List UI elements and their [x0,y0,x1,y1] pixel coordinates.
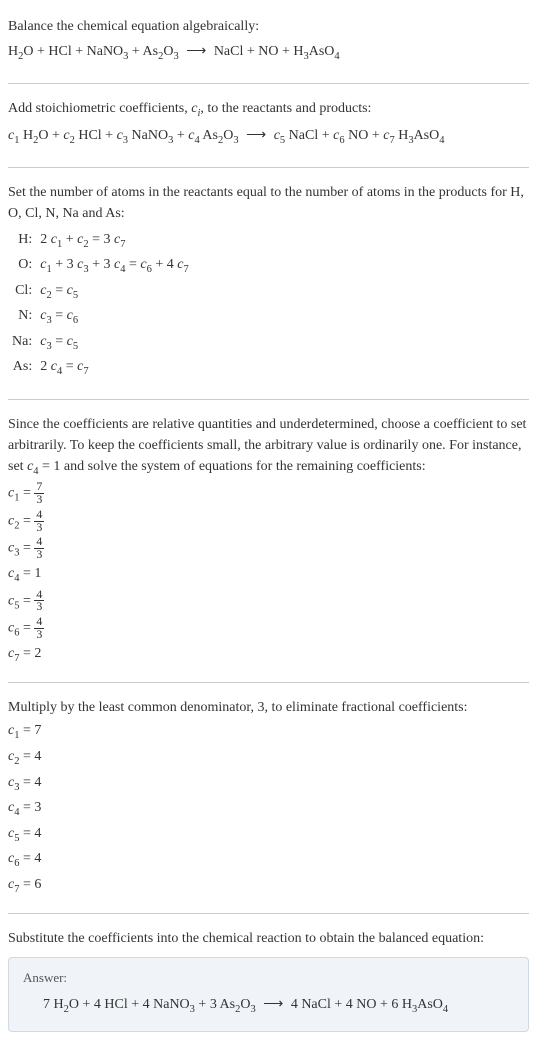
table-row: Na:c3 = c5 [8,330,193,356]
stoich-text-2: , to the reactants and products: [200,101,371,116]
coef-line: c4 = 3 [8,797,529,821]
elem-label: H: [8,228,36,254]
frac-den: 3 [34,522,44,534]
coef-line: c5 = 43 [8,589,529,614]
coef-val: 6 [34,877,41,892]
atoms-text: Set the number of atoms in the reactants… [8,182,529,224]
answer-rhs: 4 NaCl + 4 NO + 6 H3AsO4 [291,997,448,1012]
elem-eq: c3 = c6 [36,304,192,330]
coef-line: c3 = 4 [8,772,529,796]
elem-label: Na: [8,330,36,356]
coef-val: 4 [34,775,41,790]
atoms-section: Set the number of atoms in the reactants… [8,174,529,393]
coef-val: 7 [34,723,41,738]
substitute-text: Substitute the coefficients into the che… [8,928,529,949]
elem-label: Cl: [8,279,36,305]
stoich-text-1: Add stoichiometric coefficients, [8,101,191,116]
eq-lhs: H2O + HCl + NaNO3 + As2O3 [8,44,179,59]
table-row: H:2 c1 + c2 = 3 c7 [8,228,193,254]
elem-label: O: [8,253,36,279]
coef-line: c2 = 4 [8,746,529,770]
elem-label: N: [8,304,36,330]
divider [8,167,529,168]
underdet-section: Since the coefficients are relative quan… [8,406,529,677]
arrow-icon: ⟶ [186,44,206,59]
stoich-text: Add stoichiometric coefficients, ci, to … [8,98,529,122]
coef-line: c3 = 43 [8,536,529,561]
stoich-section: Add stoichiometric coefficients, ci, to … [8,90,529,161]
intro-equation: H2O + HCl + NaNO3 + As2O3 ⟶ NaCl + NO + … [8,41,529,65]
coef-val: 2 [34,646,41,661]
stoich-lhs: c1 H2O + c2 HCl + c3 NaNO3 + c4 As2O3 [8,128,239,143]
eq-rhs: NaCl + NO + H3AsO4 [214,44,340,59]
atoms-table: H:2 c1 + c2 = 3 c7 O:c1 + 3 c3 + 3 c4 = … [8,228,193,381]
coef-line: c6 = 4 [8,848,529,872]
frac-den: 3 [34,629,44,641]
elem-eq: 2 c4 = c7 [36,355,192,381]
intro-text: Balance the chemical equation algebraica… [8,16,529,37]
frac-den: 3 [34,494,44,506]
coef-val: 4 [34,826,41,841]
coef-val: 4 [34,749,41,764]
divider [8,682,529,683]
underdet-text: Since the coefficients are relative quan… [8,414,529,480]
table-row: O:c1 + 3 c3 + 3 c4 = c6 + 4 c7 [8,253,193,279]
answer-box: Answer: 7 H2O + 4 HCl + 4 NaNO3 + 3 As2O… [8,957,529,1032]
table-row: As:2 c4 = c7 [8,355,193,381]
coef-line: c1 = 73 [8,481,529,506]
elem-eq: c2 = c5 [36,279,192,305]
coef-line: c5 = 4 [8,823,529,847]
coef-line: c7 = 2 [8,643,529,667]
coef-line: c6 = 43 [8,616,529,641]
divider [8,399,529,400]
coef-val: 1 [34,566,41,581]
substitute-section: Substitute the coefficients into the che… [8,920,529,1040]
answer-label: Answer: [23,968,514,988]
coef-val: 4 [34,851,41,866]
coef-line: c7 = 6 [8,874,529,898]
stoich-equation: c1 H2O + c2 HCl + c3 NaNO3 + c4 As2O3 ⟶ … [8,125,529,149]
answer-lhs: 7 H2O + 4 HCl + 4 NaNO3 + 3 As2O3 [43,997,256,1012]
elem-eq: 2 c1 + c2 = 3 c7 [36,228,192,254]
multiply-section: Multiply by the least common denominator… [8,689,529,907]
coef-line: c4 = 1 [8,563,529,587]
table-row: Cl:c2 = c5 [8,279,193,305]
stoich-rhs: c5 NaCl + c6 NO + c7 H3AsO4 [274,128,445,143]
coef-val: 3 [34,800,41,815]
intro-section: Balance the chemical equation algebraica… [8,8,529,77]
elem-eq: c3 = c5 [36,330,192,356]
answer-equation: 7 H2O + 4 HCl + 4 NaNO3 + 3 As2O3 ⟶ 4 Na… [23,994,514,1018]
elem-eq: c1 + 3 c3 + 3 c4 = c6 + 4 c7 [36,253,192,279]
elem-label: As: [8,355,36,381]
coef-line: c2 = 43 [8,509,529,534]
arrow-icon: ⟶ [246,128,266,143]
frac-den: 3 [34,601,44,613]
table-row: N:c3 = c6 [8,304,193,330]
multiply-text: Multiply by the least common denominator… [8,697,529,718]
divider [8,913,529,914]
frac-den: 3 [34,549,44,561]
arrow-icon: ⟶ [263,997,283,1012]
coef-line: c1 = 7 [8,720,529,744]
divider [8,83,529,84]
